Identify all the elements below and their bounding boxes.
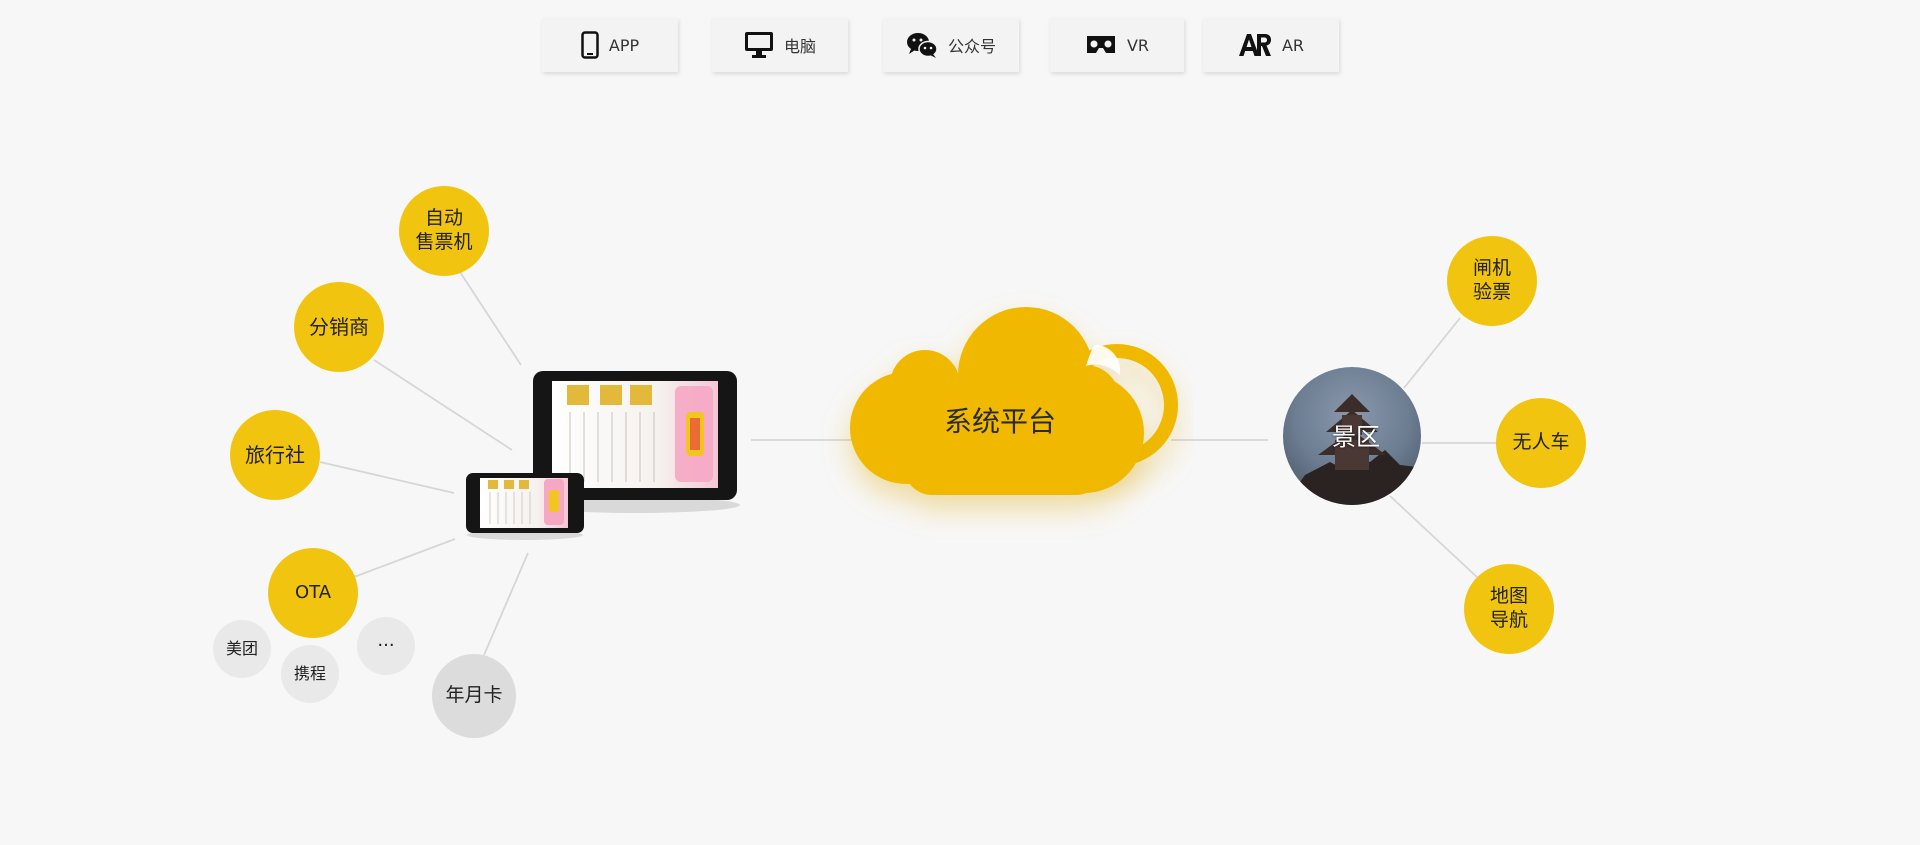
node-meituan: 美团 <box>213 620 271 678</box>
node-travel-agency: 旅行社 <box>230 410 320 500</box>
node-driverless-vehicle: 无人车 <box>1496 398 1586 488</box>
node-more: ··· <box>357 617 415 675</box>
node-ctrip: 携程 <box>281 645 339 703</box>
scenic-area-label: 景区 <box>1332 423 1380 451</box>
center-platform-label: 系统平台 <box>943 405 1056 438</box>
node-distributor: 分销商 <box>294 282 384 372</box>
node-map-navigation: 地图 导航 <box>1464 564 1554 654</box>
node-ota: OTA <box>268 548 358 638</box>
node-gate-ticket-check: 闸机 验票 <box>1447 236 1537 326</box>
node-annual-card: 年月卡 <box>432 654 516 738</box>
node-ticket-vending-machine: 自动 售票机 <box>399 186 489 276</box>
system-diagram: 系统平台 景区 自动 售票机 分销商 旅行社 OTA 年月卡 美团 携程 ···… <box>0 0 1920 845</box>
phone-device <box>466 473 584 540</box>
